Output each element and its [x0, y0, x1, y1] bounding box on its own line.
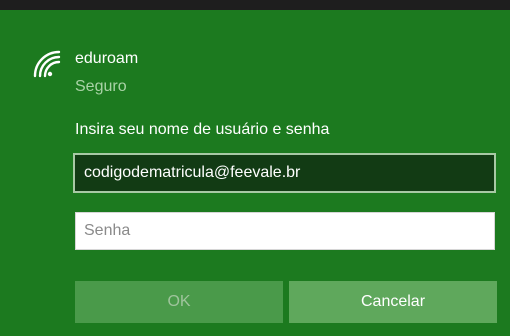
wifi-login-flyout: eduroam Seguro Insira seu nome de usuári… — [0, 0, 510, 336]
cancel-button[interactable]: Cancelar — [289, 281, 497, 323]
wifi-icon — [33, 50, 61, 78]
ok-button[interactable]: OK — [75, 281, 283, 323]
top-strip — [0, 0, 510, 10]
password-input[interactable]: Senha — [75, 212, 495, 250]
network-security-status: Seguro — [75, 78, 127, 95]
credentials-prompt: Insira seu nome de usuário e senha — [75, 121, 330, 138]
network-name: eduroam — [75, 50, 139, 67]
username-input[interactable]: codigodematricula@feevale.br — [73, 153, 496, 193]
